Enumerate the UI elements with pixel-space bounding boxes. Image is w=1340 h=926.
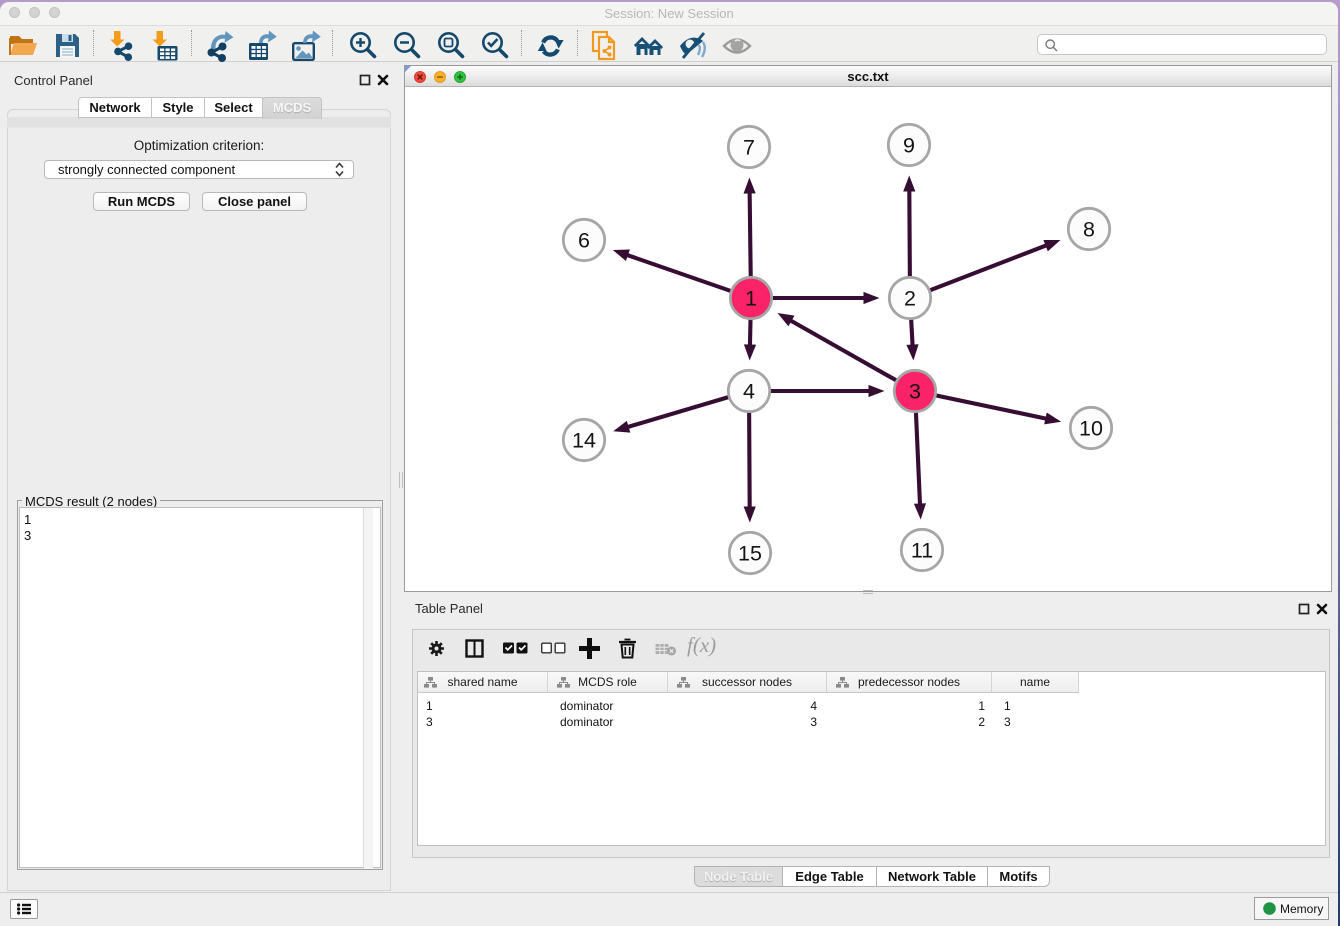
svg-text:3: 3 [909, 380, 921, 404]
svg-text:11: 11 [911, 539, 933, 563]
svg-text:2: 2 [904, 287, 916, 311]
svg-text:6: 6 [578, 229, 590, 253]
svg-text:8: 8 [1083, 218, 1095, 242]
svg-text:4: 4 [743, 380, 755, 404]
svg-text:9: 9 [903, 134, 915, 158]
svg-text:1: 1 [745, 287, 757, 311]
svg-text:14: 14 [572, 429, 596, 453]
svg-text:7: 7 [743, 136, 755, 160]
svg-text:15: 15 [738, 542, 762, 566]
svg-text:10: 10 [1079, 417, 1103, 441]
